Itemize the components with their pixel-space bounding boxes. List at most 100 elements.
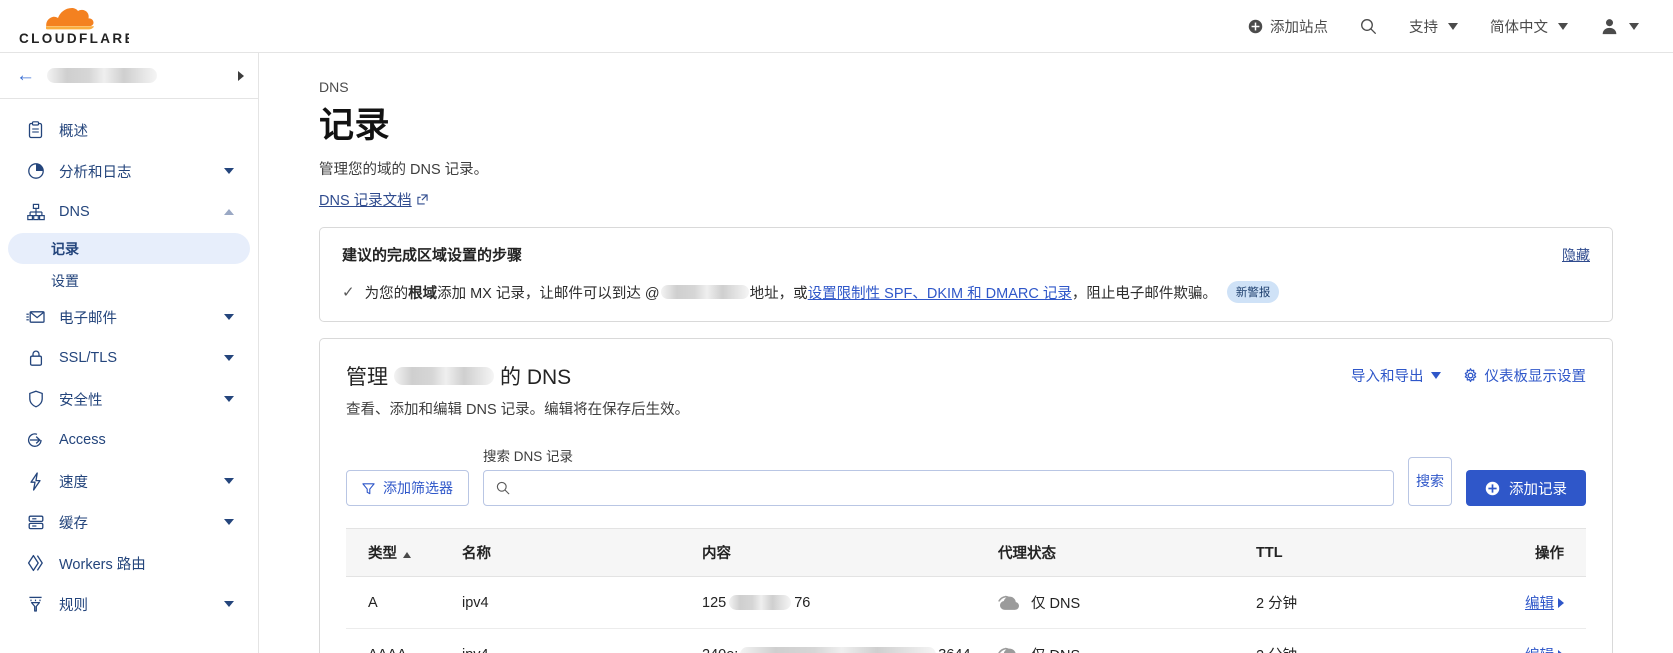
add-record-button[interactable]: 添加记录 — [1466, 470, 1586, 506]
banner-step-text: 为您的 根域 添加 MX 记录，让邮件可以到达 @ 地址，或 设置限制性 SPF、DKI… — [365, 281, 1280, 303]
sidebar-item-access[interactable]: Access — [8, 420, 250, 460]
sidebar-item-workers-routes[interactable]: Workers 路由 — [8, 543, 250, 583]
page-title: 记录 — [319, 106, 391, 145]
dns-panel-title: 管理 的 DNS — [346, 361, 689, 391]
sidebar-item-ssl-tls[interactable]: SSL/TLS — [8, 338, 250, 378]
cell-content: 125 76 — [694, 576, 990, 629]
back-arrow-icon[interactable]: ← — [16, 66, 35, 85]
proxy-status-group[interactable]: 仅 DNS — [998, 644, 1240, 653]
workers-icon — [26, 554, 45, 573]
sidebar-nav-list: 概述 分析和日志 DNS 记录 设置 电子邮件 SSL/TLS 安全性 Acce… — [0, 99, 258, 624]
chevron-down-icon — [1629, 22, 1639, 30]
chevron-right-icon — [1558, 649, 1564, 653]
sidebar-item-label: 电子邮件 — [59, 310, 117, 327]
table-header: 类型 名称 内容 代理状态 TTL 操作 — [346, 528, 1586, 577]
edit-record-link[interactable]: 编辑 — [1525, 644, 1564, 653]
zone-selector[interactable]: ← — [0, 53, 258, 99]
chevron-down-icon — [1558, 22, 1568, 30]
cell-proxy-status: 仅 DNS — [990, 576, 1248, 629]
dashboard-display-settings-label: 仪表板显示设置 — [1484, 369, 1587, 385]
column-header-name[interactable]: 名称 — [454, 528, 694, 577]
record-content-value: 125 76 — [702, 595, 810, 611]
column-header-proxy-status[interactable]: 代理状态 — [990, 528, 1248, 577]
proxy-status-group[interactable]: 仅 DNS — [998, 592, 1240, 613]
table-row[interactable]: AAAA ipv4 240e: 3644 — [346, 628, 1586, 653]
sidebar-item-rules[interactable]: 规则 — [8, 584, 250, 624]
cell-content: 240e: 3644 — [694, 628, 990, 653]
sidebar-subitem-records[interactable]: 记录 — [8, 233, 250, 264]
import-export-label: 导入和导出 — [1351, 369, 1424, 385]
top-navigation: 添加站点 支持 简体中文 — [1232, 8, 1655, 45]
banner-text-part4: ，阻止电子邮件欺骗。 — [1071, 285, 1217, 302]
search-records-input[interactable] — [519, 479, 1381, 497]
sidebar-item-label: DNS — [59, 204, 90, 220]
dns-panel-subtitle: 查看、添加和编辑 DNS 记录。编辑将在保存后生效。 — [346, 402, 690, 418]
column-header-content[interactable]: 内容 — [694, 528, 990, 577]
column-header-type[interactable]: 类型 — [346, 528, 454, 577]
rules-icon — [26, 595, 45, 614]
sidebar-item-label: SSL/TLS — [59, 350, 118, 366]
dns-docs-link[interactable]: DNS 记录文档 — [319, 189, 428, 210]
banner-hide-link[interactable]: 隐藏 — [1562, 245, 1590, 265]
sidebar-item-security[interactable]: 安全性 — [8, 379, 250, 419]
cell-type: AAAA — [346, 628, 454, 653]
cloud-dns-only-icon — [998, 595, 1019, 610]
chevron-down-icon — [224, 519, 234, 525]
chevron-down-icon — [224, 478, 234, 484]
banner-step-row: ✓ 为您的 根域 添加 MX 记录，让邮件可以到达 @ 地址，或 设置限制性 SPF、D… — [342, 281, 1590, 303]
content-suffix: 3644 — [938, 647, 970, 653]
chevron-down-icon — [224, 314, 234, 320]
dns-panel-heading-block: 管理 的 DNS 查看、添加和编辑 DNS 记录。编辑将在保存后生效。 — [346, 361, 689, 419]
support-menu[interactable]: 支持 — [1393, 8, 1474, 45]
search-records-box[interactable] — [483, 470, 1394, 506]
sidebar-item-analytics[interactable]: 分析和日志 — [8, 151, 250, 191]
chevron-right-icon — [238, 70, 244, 81]
dns-panel-actions: 导入和导出 仪表板显示设置 — [1351, 361, 1586, 386]
import-export-menu[interactable]: 导入和导出 — [1351, 365, 1441, 386]
column-label: 类型 — [368, 546, 397, 562]
add-site-button[interactable]: 添加站点 — [1232, 8, 1344, 45]
column-label: 代理状态 — [998, 546, 1056, 562]
chevron-down-icon — [224, 168, 234, 174]
sidebar-item-label: 安全性 — [59, 392, 103, 409]
funnel-icon — [362, 482, 375, 494]
sidebar-item-label: Workers 路由 — [59, 556, 146, 573]
svg-text:CLOUDFLARE: CLOUDFLARE — [19, 31, 129, 46]
header-search-button[interactable] — [1344, 10, 1393, 43]
content-suffix: 76 — [794, 594, 811, 611]
mail-icon — [26, 308, 45, 327]
cloudflare-logo[interactable]: CLOUDFLARE — [14, 5, 132, 47]
cell-type: A — [346, 576, 454, 629]
dns-title-prefix: 管理 — [346, 366, 388, 389]
dns-records-table: 类型 名称 内容 代理状态 TTL 操作 A ipv4 125 76 仅 DNS… — [346, 528, 1586, 653]
sidebar-item-email[interactable]: 电子邮件 — [8, 297, 250, 337]
sidebar-item-dns[interactable]: DNS — [8, 192, 250, 232]
edit-record-label: 编辑 — [1525, 596, 1554, 612]
edit-record-link[interactable]: 编辑 — [1525, 592, 1564, 613]
spf-dkim-dmarc-link[interactable]: 设置限制性 SPF、DKIM 和 DMARC 记录 — [808, 282, 1072, 303]
zone-setup-banner: 建议的完成区域设置的步骤 隐藏 ✓ 为您的 根域 添加 MX 记录，让邮件可以到达 … — [319, 227, 1613, 322]
content-redacted — [729, 595, 792, 610]
zone-name-redacted — [47, 68, 157, 83]
clipboard-icon — [26, 121, 45, 140]
cloudflare-logo-icon: CLOUDFLARE — [19, 8, 129, 46]
account-menu[interactable] — [1584, 9, 1655, 44]
table-row[interactable]: A ipv4 125 76 仅 DNS 2 分钟 编辑 — [346, 576, 1586, 629]
records-toolbar: 添加筛选器 搜索 DNS 记录 搜索 添加记录 — [346, 445, 1586, 506]
access-arrow-icon — [26, 431, 45, 450]
language-menu[interactable]: 简体中文 — [1474, 8, 1584, 45]
search-records-field: 搜索 DNS 记录 — [483, 445, 1394, 506]
chevron-right-icon — [1558, 597, 1564, 608]
column-label: 操作 — [1535, 546, 1564, 562]
column-label: 名称 — [462, 546, 491, 562]
dns-panel-header: 管理 的 DNS 查看、添加和编辑 DNS 记录。编辑将在保存后生效。 导入和导… — [346, 361, 1586, 419]
sidebar-subitem-settings[interactable]: 设置 — [8, 265, 250, 296]
sidebar-item-speed[interactable]: 速度 — [8, 461, 250, 501]
sidebar-item-cache[interactable]: 缓存 — [8, 502, 250, 542]
add-filter-button[interactable]: 添加筛选器 — [346, 470, 469, 506]
search-submit-button[interactable]: 搜索 — [1408, 457, 1452, 506]
column-header-ttl[interactable]: TTL — [1248, 528, 1420, 577]
sidebar: ← 概述 分析和日志 DNS 记录 设置 电子邮件 SSL/TLS 安全性 Ac… — [0, 53, 259, 653]
sidebar-item-overview[interactable]: 概述 — [8, 110, 250, 150]
dashboard-display-settings-button[interactable]: 仪表板显示设置 — [1463, 365, 1587, 386]
